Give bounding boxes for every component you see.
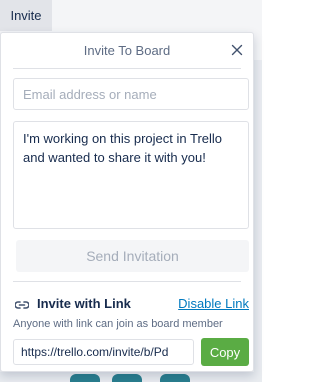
invite-link-row: Invite with Link Disable Link — [13, 295, 249, 313]
invite-link-note: Anyone with link can join as board membe… — [13, 318, 223, 330]
invite-message-textarea[interactable]: I'm working on this project in Trello an… — [13, 121, 249, 229]
invite-popover: Invite To Board I'm working on this proj… — [0, 32, 254, 372]
board-card-peek — [70, 374, 100, 382]
link-icon — [14, 298, 30, 310]
send-invitation-button[interactable]: Send Invitation — [16, 240, 249, 272]
section-divider — [13, 281, 241, 282]
popover-title: Invite To Board — [83, 43, 171, 58]
board-card-peek — [160, 374, 190, 382]
invite-button[interactable]: Invite — [0, 0, 52, 31]
header-divider — [13, 68, 241, 69]
copy-link-button[interactable]: Copy — [201, 338, 249, 366]
board-card-peek — [112, 374, 142, 382]
board-background-bottom — [0, 372, 262, 382]
disable-link-button[interactable]: Disable Link — [178, 296, 249, 311]
invite-url-field[interactable] — [13, 339, 194, 365]
close-icon[interactable] — [229, 42, 245, 58]
board-background-edge — [254, 60, 262, 382]
popover-header: Invite To Board — [1, 33, 253, 69]
email-or-name-input[interactable] — [13, 78, 249, 110]
invite-with-link-title: Invite with Link — [37, 296, 131, 311]
page: Invite Invite To Board I'm working on th… — [0, 0, 262, 382]
